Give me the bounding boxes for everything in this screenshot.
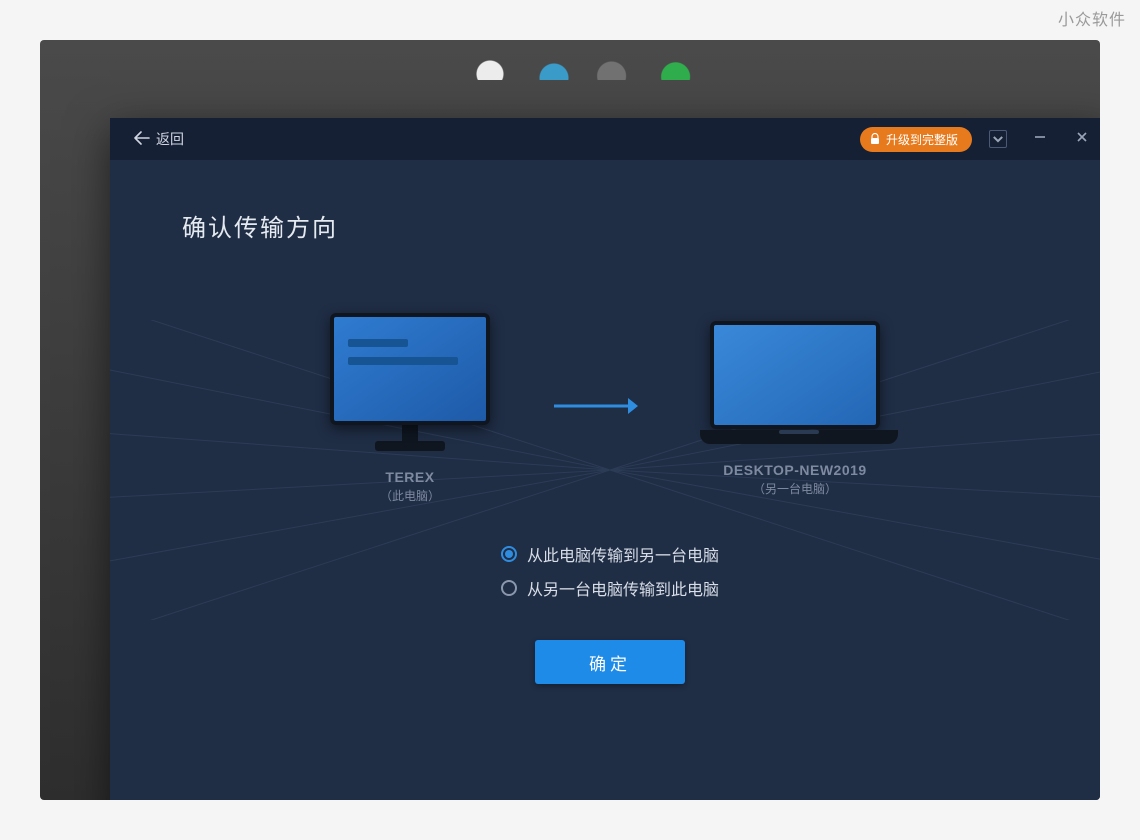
target-device: DESKTOP-NEW2019 （另一台电脑） <box>700 321 890 497</box>
source-device: TEREX （此电脑） <box>330 313 490 504</box>
chevron-down-icon <box>989 130 1007 148</box>
laptop-icon <box>700 321 890 444</box>
radio-checked-icon <box>501 546 517 562</box>
dropdown-button[interactable] <box>982 125 1014 153</box>
option-from-other-label: 从另一台电脑传输到此电脑 <box>527 576 719 600</box>
source-name: TEREX <box>380 469 440 485</box>
target-subtitle: （另一台电脑） <box>723 480 866 497</box>
radio-unchecked-icon <box>501 580 517 596</box>
upgrade-button[interactable]: 升级到完整版 <box>860 127 972 152</box>
back-label: 返回 <box>156 129 184 149</box>
option-from-other[interactable]: 从另一台电脑传输到此电脑 <box>501 576 719 600</box>
watermark-text: 小众软件 <box>1058 6 1126 30</box>
confirm-label: 确定 <box>589 650 631 675</box>
back-button[interactable]: 返回 <box>128 125 190 153</box>
close-icon <box>1075 130 1089 149</box>
arrow-left-icon <box>134 131 150 148</box>
close-button[interactable] <box>1066 125 1098 153</box>
content-area: 确认传输方向 TEREX （此电脑） <box>110 160 1100 800</box>
titlebar: 返回 升级到完整版 <box>110 118 1100 160</box>
option-to-other-label: 从此电脑传输到另一台电脑 <box>527 542 719 566</box>
app-window: 返回 升级到完整版 <box>110 118 1100 800</box>
lock-icon <box>870 133 880 145</box>
transfer-diagram: TEREX （此电脑） DESKTOP-NEW2019 （另一台电脑） <box>182 313 1038 504</box>
arrow-right-icon <box>550 391 640 426</box>
source-subtitle: （此电脑） <box>380 487 440 504</box>
minimize-icon <box>1033 130 1047 149</box>
target-name: DESKTOP-NEW2019 <box>723 462 866 478</box>
confirm-button[interactable]: 确定 <box>535 640 685 684</box>
direction-options: 从此电脑传输到另一台电脑 从另一台电脑传输到此电脑 <box>182 542 1038 600</box>
upgrade-label: 升级到完整版 <box>886 131 958 148</box>
page-title: 确认传输方向 <box>182 208 1038 243</box>
desktop-background: 返回 升级到完整版 <box>40 40 1100 800</box>
desktop-monitor-icon <box>330 313 490 451</box>
option-to-other[interactable]: 从此电脑传输到另一台电脑 <box>501 542 719 566</box>
minimize-button[interactable] <box>1024 125 1056 153</box>
